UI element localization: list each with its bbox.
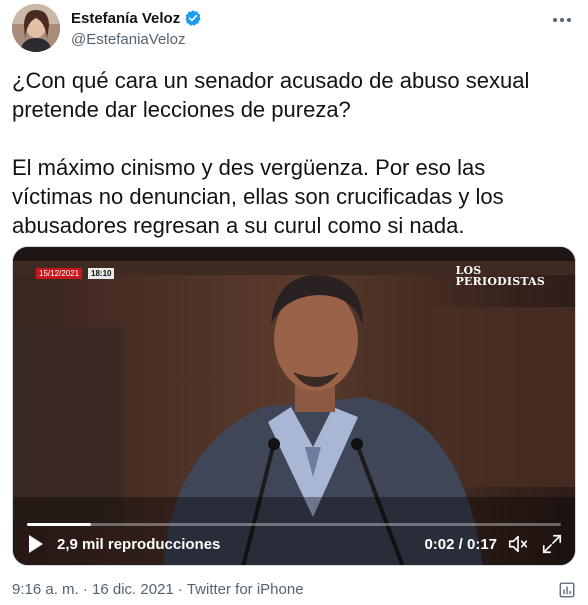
play-icon[interactable]: [27, 534, 45, 554]
logo-line-2: PERIODISTAS: [455, 275, 545, 288]
video-time: 0:02 / 0:17: [424, 536, 497, 553]
avatar-photo: [12, 4, 60, 52]
more-options-icon[interactable]: [550, 10, 574, 30]
fullscreen-icon[interactable]: [541, 533, 563, 555]
verified-badge-icon: [184, 9, 202, 27]
author-names: Estefanía Veloz @EstefaniaVeloz: [71, 8, 202, 48]
view-count: 2,9 mil reproducciones: [57, 536, 221, 553]
tweet-timestamp[interactable]: 9:16 a. m. · 16 dic. 2021 · Twitter for …: [12, 581, 304, 598]
video-player[interactable]: 15/12/2021 18:10 LOS PERIODISTAS 2,9 mil…: [12, 246, 576, 566]
display-name-row: Estefanía Veloz: [71, 8, 202, 28]
video-frame: [13, 247, 575, 565]
volume-muted-icon[interactable]: [507, 533, 529, 555]
avatar[interactable]: [12, 4, 60, 52]
display-name[interactable]: Estefanía Veloz: [71, 10, 180, 27]
tweet-header: Estefanía Veloz @EstefaniaVeloz: [12, 4, 578, 54]
analytics-icon[interactable]: [558, 581, 576, 599]
broadcast-time-stamp: 18:10: [88, 268, 115, 279]
broadcast-date-stamp: 15/12/2021: [36, 268, 83, 279]
channel-logo: LOS PERIODISTAS: [456, 265, 545, 287]
author-handle[interactable]: @EstefaniaVeloz: [71, 31, 202, 48]
video-controls: 2,9 mil reproducciones 0:02 / 0:17: [13, 525, 575, 565]
tweet-text: ¿Con qué cara un senador acusado de abus…: [12, 68, 530, 238]
